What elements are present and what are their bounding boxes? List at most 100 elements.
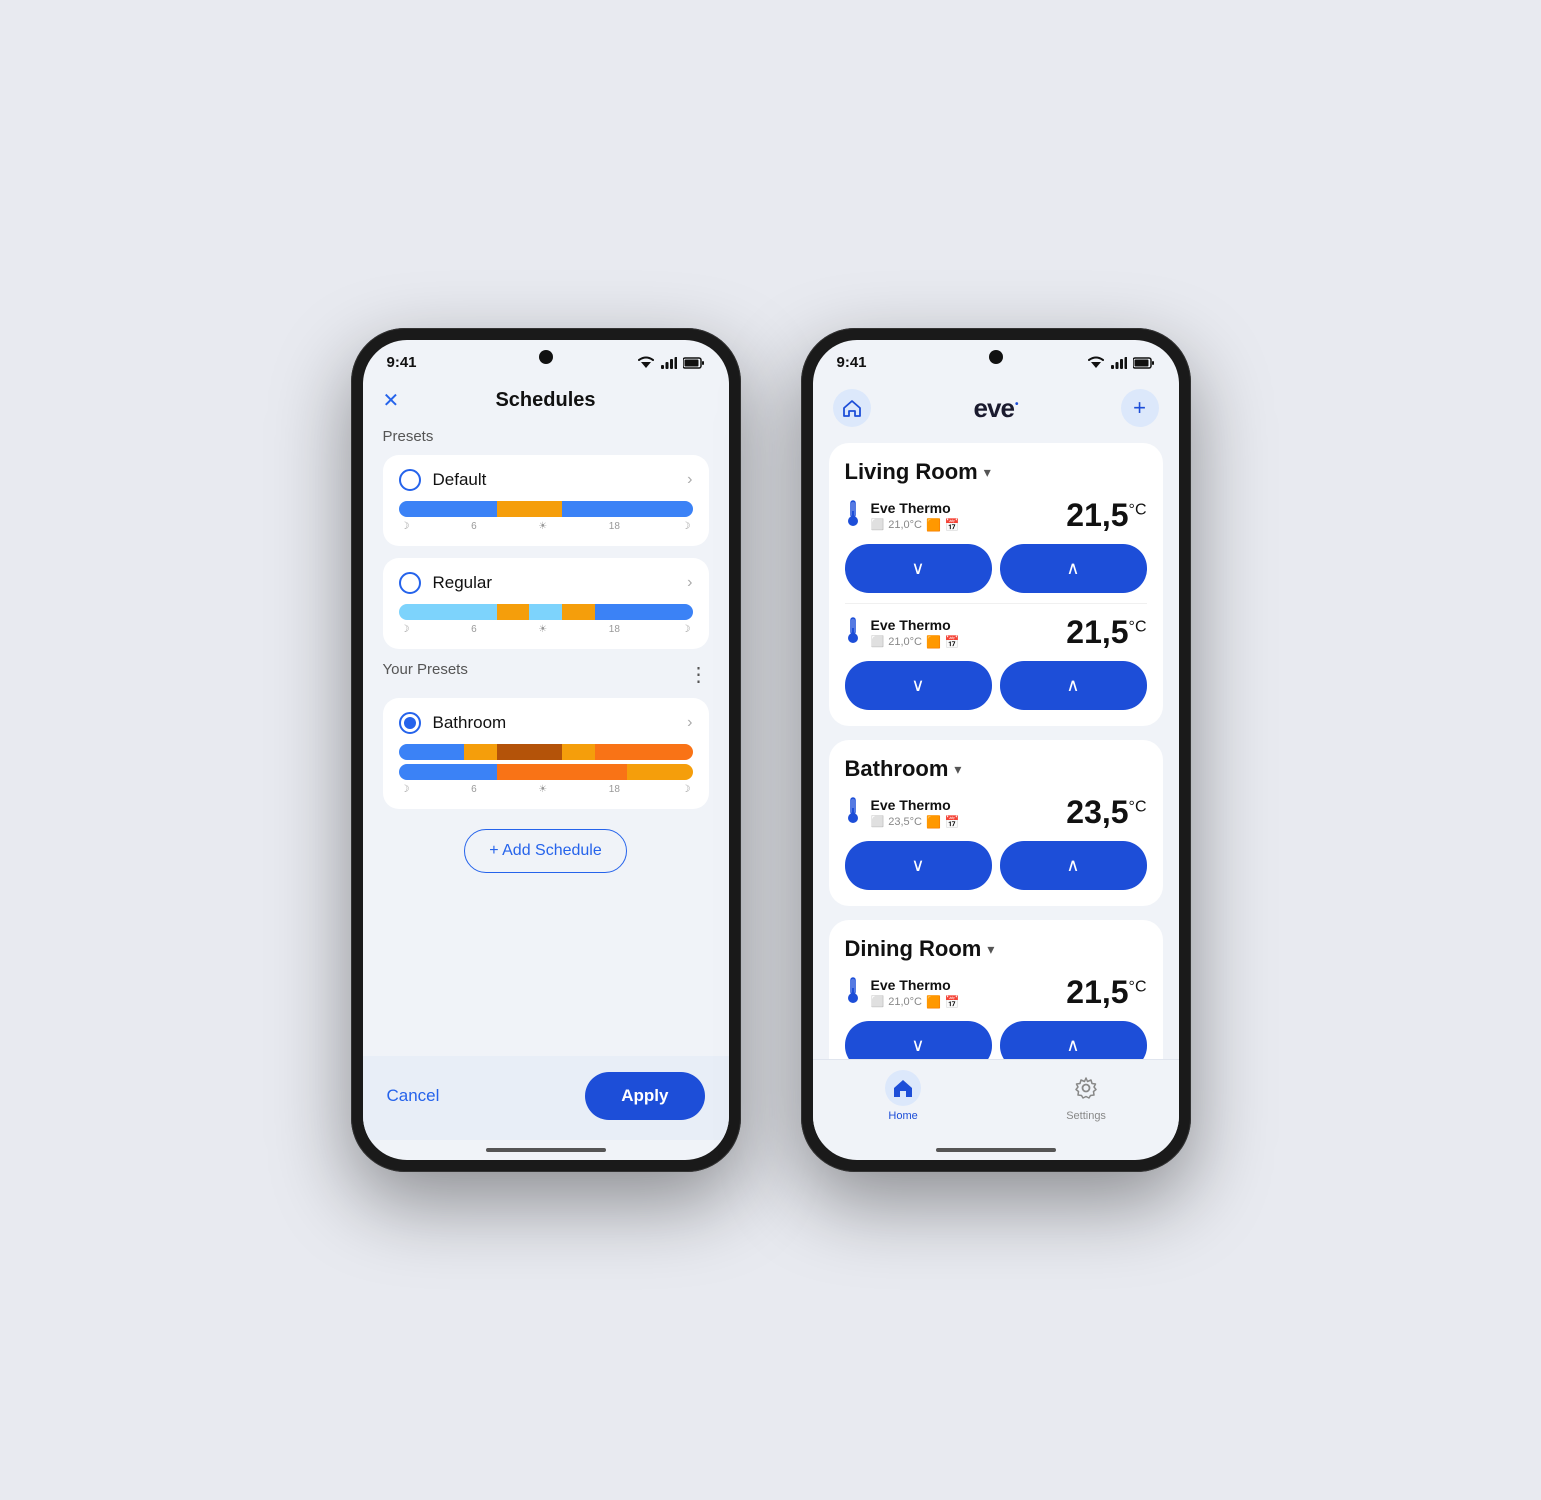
preset-row-bathroom[interactable]: Bathroom › bbox=[399, 712, 693, 734]
schedules-header: ✕ Schedules bbox=[363, 379, 729, 428]
chevron-default[interactable]: › bbox=[687, 471, 692, 489]
home-indicator-bar-1 bbox=[486, 1148, 606, 1152]
seg-b-3 bbox=[497, 744, 562, 760]
thermo-info-bathroom: Eve Thermo ⬜ 23,5°C 🟧 📅 bbox=[871, 797, 960, 829]
eve-scroll[interactable]: Living Room ▾ bbox=[813, 443, 1179, 1059]
thermo-row-dining: Eve Thermo ⬜ 21,0°C 🟧 📅 21,5°C bbox=[845, 974, 1147, 1011]
increase-btn-bathroom[interactable]: ∧ bbox=[1000, 841, 1147, 890]
your-presets-label: Your Presets bbox=[383, 661, 468, 678]
settings-nav-icon bbox=[1075, 1077, 1097, 1099]
decrease-btn-dining[interactable]: ∨ bbox=[845, 1021, 992, 1059]
thermo-sub-val-d: 21,0°C bbox=[888, 996, 922, 1008]
bar-label-b-0: ☽ bbox=[401, 784, 410, 795]
thermo-sub-icon-ba: 🟧 bbox=[926, 815, 941, 829]
status-bar-1: 9:41 bbox=[363, 340, 729, 379]
eve-logo: eve• bbox=[974, 393, 1018, 424]
add-button[interactable]: + bbox=[1121, 389, 1159, 427]
thermo-temp-living-1: 21,5°C bbox=[1066, 497, 1146, 534]
thermo-sub-icon-1b: 📅 bbox=[945, 518, 960, 532]
room-chevron-dining[interactable]: ▾ bbox=[987, 941, 994, 958]
signal-icon-2 bbox=[1111, 357, 1127, 369]
bar-label-d-4: ☽ bbox=[682, 521, 691, 532]
increase-btn-living-1[interactable]: ∧ bbox=[1000, 544, 1147, 593]
thermo-temp-val-b: 23,5 bbox=[1066, 794, 1128, 830]
seg-b-5 bbox=[595, 744, 693, 760]
status-icons-2 bbox=[1087, 356, 1155, 369]
decrease-btn-living-1[interactable]: ∨ bbox=[845, 544, 992, 593]
nav-home[interactable]: Home bbox=[885, 1070, 921, 1122]
thermometer-icon-bathroom bbox=[845, 796, 861, 830]
schedules-scroll[interactable]: Presets Default › bbox=[363, 428, 729, 1056]
increase-btn-living-2[interactable]: ∧ bbox=[1000, 661, 1147, 710]
thermo-temp-bathroom: 23,5°C bbox=[1066, 794, 1146, 831]
ctrl-btns-living-1: ∨ ∧ bbox=[845, 544, 1147, 593]
schedules-title: Schedules bbox=[495, 389, 595, 412]
more-options-button[interactable]: ⋮ bbox=[689, 665, 709, 685]
seg-d-2 bbox=[497, 501, 562, 517]
nav-settings[interactable]: Settings bbox=[1066, 1070, 1106, 1122]
bar-label-r-2: ☀ bbox=[538, 624, 547, 635]
apply-button[interactable]: Apply bbox=[585, 1072, 704, 1120]
chevron-bathroom[interactable]: › bbox=[687, 714, 692, 732]
divider-living bbox=[845, 603, 1147, 604]
add-schedule-button[interactable]: + Add Schedule bbox=[464, 829, 627, 873]
preset-left-default: Default bbox=[399, 469, 487, 491]
seg-d-3 bbox=[562, 501, 595, 517]
eve-home-icon-button[interactable] bbox=[833, 389, 871, 427]
room-title-living: Living Room bbox=[845, 459, 978, 485]
decrease-btn-bathroom[interactable]: ∨ bbox=[845, 841, 992, 890]
cancel-button[interactable]: Cancel bbox=[387, 1086, 440, 1106]
preset-card-default: Default › ☽ 6 ☀ 18 bbox=[383, 455, 709, 546]
room-chevron-bathroom[interactable]: ▾ bbox=[954, 761, 961, 778]
bar-labels-regular: ☽ 6 ☀ 18 ☽ bbox=[399, 624, 693, 635]
thermo-name-living-2: Eve Thermo bbox=[871, 617, 960, 633]
battery-icon bbox=[683, 357, 705, 369]
bar-label-r-4: ☽ bbox=[682, 624, 691, 635]
thermo-sub-temp-d: ⬜ bbox=[871, 995, 885, 1008]
thermo-sub-temp-1: ⬜ bbox=[871, 518, 885, 531]
preset-name-bathroom: Bathroom bbox=[433, 713, 507, 733]
room-title-row-dining: Dining Room ▾ bbox=[845, 936, 1147, 962]
bar-label-r-3: 18 bbox=[609, 624, 620, 635]
preset-left-regular: Regular bbox=[399, 572, 493, 594]
thermo-sub-icon-bb: 📅 bbox=[945, 815, 960, 829]
home-indicator-1 bbox=[363, 1140, 729, 1160]
seg-b2-2 bbox=[497, 764, 628, 780]
thermo-sub-icon-2a: 🟧 bbox=[926, 635, 941, 649]
thermometer-icon-living-1 bbox=[845, 499, 861, 533]
preset-row-regular[interactable]: Regular › bbox=[399, 572, 693, 594]
schedule-bar-regular: ☽ 6 ☀ 18 ☽ bbox=[399, 604, 693, 635]
room-chevron-living[interactable]: ▾ bbox=[984, 464, 991, 481]
home-nav-icon-wrap bbox=[885, 1070, 921, 1106]
thermo-info-living-2: Eve Thermo ⬜ 21,0°C 🟧 📅 bbox=[871, 617, 960, 649]
camera-notch-2 bbox=[989, 350, 1003, 364]
thermo-name-bathroom: Eve Thermo bbox=[871, 797, 960, 813]
wifi-icon bbox=[637, 356, 655, 369]
thermo-info-dining: Eve Thermo ⬜ 21,0°C 🟧 📅 bbox=[871, 977, 960, 1009]
thermo-row-living-1: Eve Thermo ⬜ 21,0°C 🟧 📅 21,5°C bbox=[845, 497, 1147, 534]
thermo-info-living-1: Eve Thermo ⬜ 21,0°C 🟧 📅 bbox=[871, 500, 960, 532]
radio-default[interactable] bbox=[399, 469, 421, 491]
increase-btn-dining[interactable]: ∧ bbox=[1000, 1021, 1147, 1059]
seg-b2-1 bbox=[399, 764, 497, 780]
preset-row-default[interactable]: Default › bbox=[399, 469, 693, 491]
thermo-left-living-2: Eve Thermo ⬜ 21,0°C 🟧 📅 bbox=[845, 616, 960, 650]
presets-label: Presets bbox=[383, 428, 709, 445]
thermo-temp-dining: 21,5°C bbox=[1066, 974, 1146, 1011]
wifi-icon-2 bbox=[1087, 356, 1105, 369]
home-indicator-2 bbox=[813, 1140, 1179, 1160]
close-button[interactable]: ✕ bbox=[383, 388, 400, 413]
room-card-living: Living Room ▾ bbox=[829, 443, 1163, 726]
chevron-regular[interactable]: › bbox=[687, 574, 692, 592]
decrease-btn-living-2[interactable]: ∨ bbox=[845, 661, 992, 710]
room-title-bathroom: Bathroom bbox=[845, 756, 949, 782]
bar-label-b-3: 18 bbox=[609, 784, 620, 795]
bar-labels-bathroom: ☽ 6 ☀ 18 ☽ bbox=[399, 784, 693, 795]
seg-r-4 bbox=[562, 604, 595, 620]
radio-regular[interactable] bbox=[399, 572, 421, 594]
bar-label-r-1: 6 bbox=[471, 624, 477, 635]
radio-bathroom[interactable] bbox=[399, 712, 421, 734]
room-card-dining: Dining Room ▾ bbox=[829, 920, 1163, 1059]
thermometer-icon-dining bbox=[845, 976, 861, 1010]
thermo-sub-icon-1a: 🟧 bbox=[926, 518, 941, 532]
